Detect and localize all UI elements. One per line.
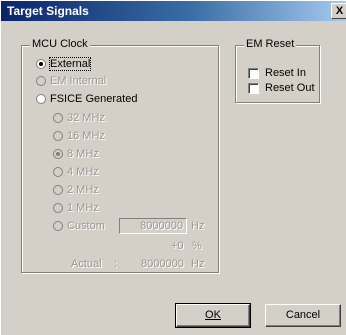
radio-freq-32-circle: [53, 113, 63, 124]
target-signals-dialog: Target Signals X MCU Clock External EM I…: [0, 0, 346, 335]
cancel-button[interactable]: Cancel: [265, 304, 341, 327]
actual-separator: :: [114, 258, 118, 270]
radio-custom-circle: [53, 221, 63, 232]
checkbox-reset-out-label: Reset Out: [265, 82, 315, 95]
radio-external[interactable]: External: [36, 57, 92, 72]
checkbox-reset-out-box[interactable]: [248, 82, 259, 94]
cancel-button-label: Cancel: [285, 309, 321, 321]
radio-freq-4-label: 4 MHz: [67, 166, 99, 179]
ok-button[interactable]: OK: [175, 303, 251, 328]
mcu-clock-legend: MCU Clock: [30, 38, 90, 50]
offset-value: +0: [171, 240, 184, 252]
radio-em-internal-circle: [36, 76, 46, 87]
radio-freq-4-circle: [53, 167, 63, 178]
actual-label: Actual: [71, 258, 102, 270]
radio-freq-2: 2 MHz: [53, 184, 99, 196]
close-button[interactable]: X: [331, 3, 346, 19]
radio-freq-32: 32 MHz: [53, 112, 105, 124]
custom-hz-unit: Hz: [191, 220, 205, 232]
checkbox-reset-in-box[interactable]: [248, 67, 259, 79]
radio-fsice-generated-label: FSICE Generated: [50, 93, 138, 106]
window-title: Target Signals: [7, 4, 89, 18]
radio-freq-4: 4 MHz: [53, 166, 99, 178]
radio-fsice-generated[interactable]: FSICE Generated: [36, 93, 137, 105]
radio-freq-1-circle: [53, 203, 63, 214]
radio-freq-1: 1 MHz: [53, 202, 99, 214]
ok-button-label: OK: [205, 309, 221, 321]
radio-freq-2-label: 2 MHz: [67, 184, 99, 197]
radio-freq-32-label: 32 MHz: [67, 112, 105, 125]
custom-frequency-input: 8000000: [119, 218, 187, 234]
checkbox-reset-in-label: Reset In: [265, 67, 306, 80]
radio-custom-label: Custom: [67, 220, 105, 233]
actual-hz-unit: Hz: [191, 258, 205, 270]
actual-value: 8000000: [141, 258, 184, 270]
radio-freq-8-circle: [53, 149, 63, 160]
checkbox-reset-in[interactable]: Reset In: [248, 67, 306, 79]
radio-freq-16: 16 MHz: [53, 130, 105, 142]
checkbox-reset-out[interactable]: Reset Out: [248, 82, 315, 94]
title-bar[interactable]: Target Signals X: [1, 1, 346, 21]
offset-percent-unit: %: [192, 240, 202, 252]
radio-external-circle[interactable]: [36, 59, 46, 70]
radio-freq-2-circle: [53, 185, 63, 196]
radio-external-label: External: [48, 57, 92, 72]
radio-freq-8-label: 8 MHz: [67, 148, 99, 161]
radio-freq-8: 8 MHz: [53, 148, 99, 160]
radio-custom: Custom: [53, 220, 105, 232]
radio-em-internal: EM Internal: [36, 75, 106, 87]
radio-freq-1-label: 1 MHz: [67, 202, 99, 215]
radio-em-internal-label: EM Internal: [50, 75, 107, 88]
radio-freq-16-circle: [53, 131, 63, 142]
em-reset-legend: EM Reset: [244, 38, 297, 50]
radio-freq-16-label: 16 MHz: [67, 130, 105, 143]
radio-fsice-generated-circle[interactable]: [36, 94, 46, 105]
